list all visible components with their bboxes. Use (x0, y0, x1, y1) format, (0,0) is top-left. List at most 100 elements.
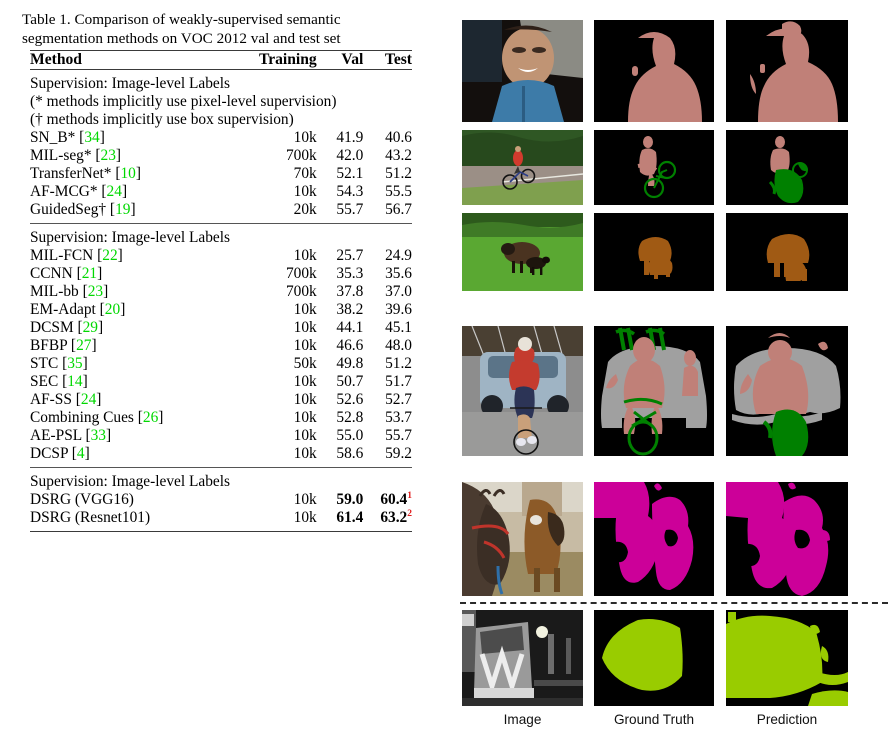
photo-person-bicycle (462, 130, 583, 205)
cell-method: DSRG (VGG16) (30, 491, 134, 508)
cell-training: 10k (293, 183, 317, 200)
cell-val: 52.1 (336, 165, 364, 182)
mask-pred-cyclist-car (726, 326, 848, 456)
cell-method: DCSM [29] (30, 319, 104, 336)
column-label-image: Image (503, 712, 542, 727)
cell-method: CCNN [21] (30, 265, 103, 282)
photo-train-night (462, 610, 583, 706)
cell-pred-sheep (726, 213, 848, 291)
cell-method: BFBP [27] (30, 337, 97, 354)
citation-ref[interactable]: 24 (81, 391, 96, 408)
mask-gt-cyclist-car (594, 326, 714, 456)
table-note-row: († methods implicitly use box supervisio… (30, 111, 412, 129)
table-panel: Table 1. Comparison of weakly-supervised… (0, 0, 440, 739)
table-row[interactable]: TransferNet* [10] 70k 52.1 51.2 (30, 165, 412, 183)
row-group-separator (460, 602, 888, 604)
mask-pred-horses (726, 482, 848, 596)
cell-training: 50k (293, 355, 317, 372)
table-row[interactable]: STC [35] 50k 49.8 51.2 (30, 355, 412, 373)
cell-method: Combining Cues [26] (30, 409, 164, 426)
table-row[interactable]: BFBP [27] 10k 46.6 48.0 (30, 337, 412, 355)
citation-ref[interactable]: 27 (76, 337, 91, 354)
cell-test: 40.6 (385, 129, 412, 146)
cell-method: STC [35] (30, 355, 88, 372)
header-training: Training (258, 51, 317, 68)
cell-gt-sheep (594, 213, 714, 291)
cell-training: 10k (293, 409, 317, 426)
cell-method: EM-Adapt [20] (30, 301, 126, 318)
cell-training: 20k (293, 201, 317, 218)
mask-pred-person-bicycle (726, 130, 848, 205)
citation-ref[interactable]: 24 (107, 183, 122, 200)
table-row[interactable]: CCNN [21] 700k 35.3 35.6 (30, 265, 412, 283)
table-row[interactable]: Combining Cues [26] 10k 52.8 53.7 (30, 409, 412, 427)
citation-ref[interactable]: 19 (115, 201, 130, 218)
cell-pred-person-portrait (726, 20, 848, 122)
table-row[interactable]: GuidedSeg† [19] 20k 55.7 56.7 (30, 201, 412, 219)
table-row[interactable]: AE-PSL [33] 10k 55.0 55.7 (30, 427, 412, 445)
cell-val: 44.1 (336, 319, 364, 336)
table-row[interactable]: DCSM [29] 10k 44.1 45.1 (30, 319, 412, 337)
cell-val: 38.2 (336, 301, 364, 318)
citation-ref[interactable]: 33 (91, 427, 106, 444)
citation-ref[interactable]: 29 (83, 319, 98, 336)
supervision-group-row: Supervision: Image-level Labels (30, 473, 412, 491)
cell-method: AF-MCG* [24] (30, 183, 128, 200)
cell-val: 58.6 (336, 445, 364, 462)
cell-image-sheep (462, 213, 583, 291)
citation-ref[interactable]: 34 (84, 129, 99, 146)
footnote-marker[interactable]: 2 (407, 509, 412, 519)
citation-ref[interactable]: 10 (120, 165, 135, 182)
cell-test: 51.2 (385, 355, 412, 372)
photo-horses (462, 482, 583, 596)
cell-training: 700k (285, 283, 317, 300)
cell-training: 10k (293, 391, 317, 408)
table-row[interactable]: EM-Adapt [20] 10k 38.2 39.6 (30, 301, 412, 319)
cell-training: 70k (293, 165, 317, 182)
cell-val: 42.0 (336, 147, 364, 164)
table-row[interactable]: SEC [14] 10k 50.7 51.7 (30, 373, 412, 391)
citation-ref[interactable]: 4 (77, 445, 85, 462)
table-row[interactable]: MIL-bb [23] 700k 37.8 37.0 (30, 283, 412, 301)
table-row[interactable]: SN_B* [34] 10k 41.9 40.6 (30, 129, 412, 147)
cell-test: 51.2 (385, 165, 412, 182)
table-row[interactable]: DSRG (VGG16) 10k 59.0 60.41 (30, 491, 412, 509)
table-row[interactable]: AF-SS [24] 10k 52.6 52.7 (30, 391, 412, 409)
cell-test: 60.41 (380, 490, 412, 508)
citation-ref[interactable]: 26 (143, 409, 158, 426)
cell-test: 53.7 (385, 409, 412, 426)
cell-gt-horses (594, 482, 714, 596)
table-row[interactable]: MIL-FCN [22] 10k 25.7 24.9 (30, 247, 412, 265)
cell-image-cyclist-car (462, 326, 583, 456)
citation-ref[interactable]: 14 (67, 373, 82, 390)
citation-ref[interactable]: 20 (105, 301, 120, 318)
cell-val: 52.6 (336, 391, 364, 408)
citation-ref[interactable]: 21 (82, 265, 97, 282)
cell-method: AF-SS [24] (30, 391, 102, 408)
mask-gt-sheep (594, 213, 714, 291)
cell-val: 35.3 (336, 265, 364, 282)
footnote-marker[interactable]: 1 (407, 491, 412, 501)
table-row[interactable]: MIL-seg* [23] 700k 42.0 43.2 (30, 147, 412, 165)
citation-ref[interactable]: 22 (102, 247, 117, 264)
citation-ref[interactable]: 35 (67, 355, 82, 372)
cell-pred-cyclist-car (726, 326, 848, 456)
cell-training: 10k (293, 373, 317, 390)
citation-ref[interactable]: 23 (101, 147, 116, 164)
citation-ref[interactable]: 23 (88, 283, 103, 300)
supervision-group-row: Supervision: Image-level Labels (30, 75, 412, 93)
cell-method: MIL-bb [23] (30, 283, 109, 300)
cell-val: 61.4 (336, 509, 364, 526)
supervision-group-row: Supervision: Image-level Labels (30, 229, 412, 247)
grid-column-labels: Image Ground Truth Prediction (450, 712, 889, 734)
cell-gt-cyclist-car (594, 326, 714, 456)
cell-gt-person-bicycle (594, 130, 714, 205)
table-note: (* methods implicitly use pixel-level su… (30, 93, 337, 110)
cell-method: SEC [14] (30, 373, 88, 390)
table-row[interactable]: AF-MCG* [24] 10k 54.3 55.5 (30, 183, 412, 201)
cell-training: 10k (293, 301, 317, 318)
table-row[interactable]: DSRG (Resnet101) 10k 61.4 63.22 (30, 509, 412, 527)
table-row[interactable]: DCSP [4] 10k 58.6 59.2 (30, 445, 412, 463)
cell-method: MIL-seg* [23] (30, 147, 122, 164)
cell-training: 700k (285, 265, 317, 282)
